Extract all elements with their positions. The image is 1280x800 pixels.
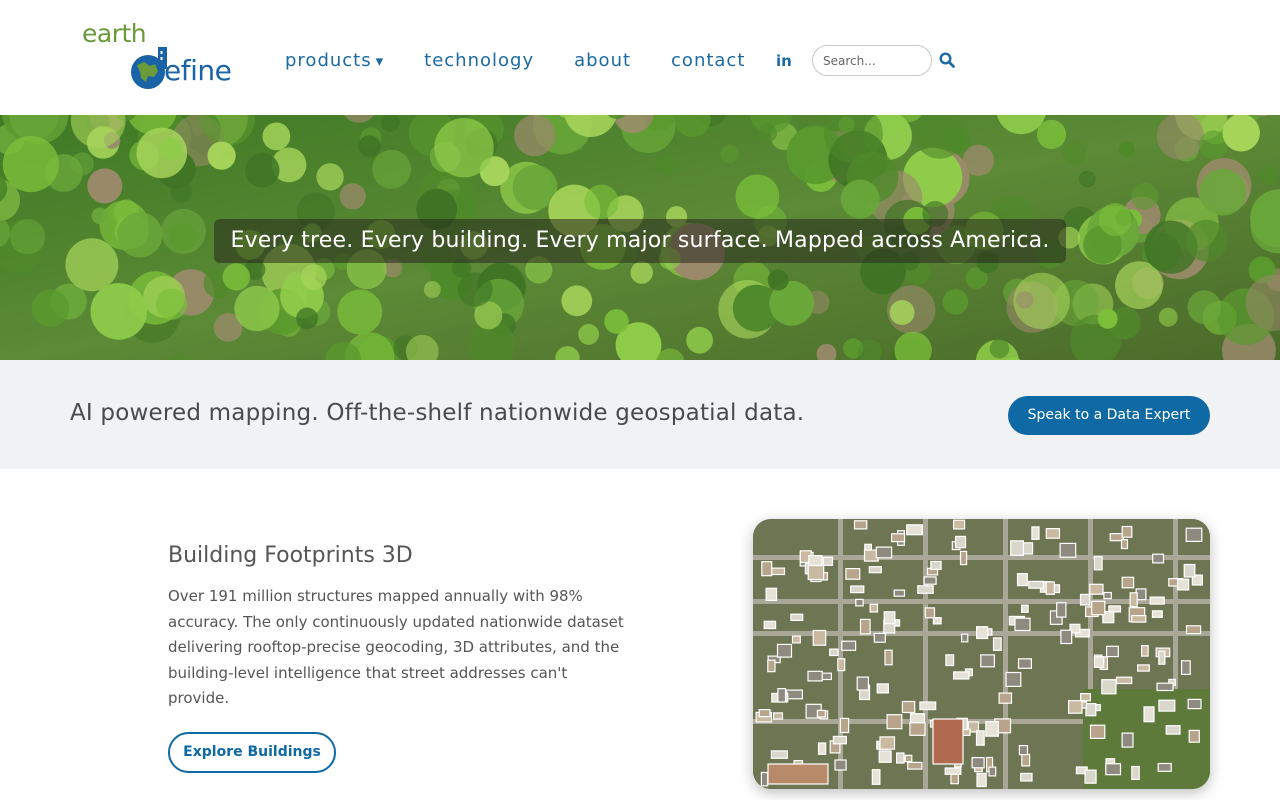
chevron-down-icon: ▾ [375,52,385,70]
tagline-band: AI powered mapping. Off-the-shelf nation… [0,360,1280,469]
nav-item-products[interactable]: products ▾ [285,48,384,74]
speak-to-expert-button[interactable]: Speak to a Data Expert [1008,396,1210,435]
feature-description: Over 191 million structures mapped annua… [168,587,624,707]
hero-caption-text: Every tree. Every building. Every major … [230,228,1050,253]
site-header: earth efine products ▾ technology about c… [0,0,1280,115]
map-illustration [753,519,1210,789]
search-input[interactable] [812,45,932,76]
nav-item-contact[interactable]: contact [671,48,745,74]
feature-title: Building Footprints 3D [168,543,413,568]
tagline-text: AI powered mapping. Off-the-shelf nation… [70,400,805,426]
search-icon[interactable] [939,52,955,68]
nav-item-technology[interactable]: technology [424,48,534,74]
explore-buildings-button[interactable]: Explore Buildings [168,732,336,773]
hero-banner: Every tree. Every building. Every major … [0,115,1280,360]
nav-item-about[interactable]: about [574,48,631,74]
nav-item-label: products [285,50,372,71]
hero-caption: Every tree. Every building. Every major … [214,219,1066,263]
main-nav: products ▾ technology about contact [285,48,785,74]
logo-wordmark-bottom: efine [164,54,232,87]
building-footprints-map-image [753,519,1210,789]
globe-icon [131,47,167,89]
logo-wordmark-top: earth [82,19,147,48]
linkedin-icon[interactable]: in [776,52,792,70]
earth-define-logo[interactable]: earth efine [82,20,242,92]
